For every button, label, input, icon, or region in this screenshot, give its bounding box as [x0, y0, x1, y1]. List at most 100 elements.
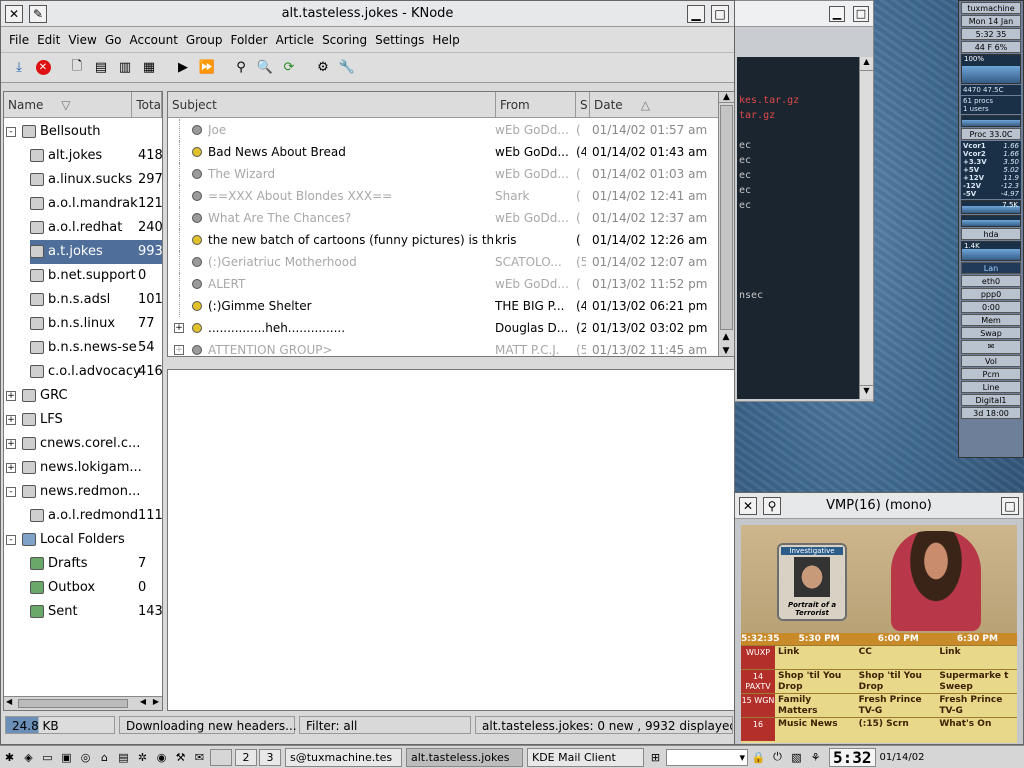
next-unread-icon[interactable]: ⏩ [197, 58, 217, 78]
scroll-right-icon[interactable]: ▶ [153, 697, 159, 706]
menu-article[interactable]: Article [272, 33, 319, 47]
folder-item[interactable]: alt.jokes 418 [4, 144, 162, 168]
scroll-left-icon[interactable]: ◀ [6, 697, 12, 706]
size-column-header[interactable]: S [576, 92, 590, 118]
article-list[interactable]: Subject From S Date △ Joe wEb GoDd... (01/1… [167, 91, 735, 357]
expand-toggle-icon[interactable]: + [6, 463, 16, 473]
maximize-icon[interactable]: □ [711, 5, 729, 23]
folder-item[interactable]: + news.lokigam... [4, 456, 162, 480]
expand-toggle-icon[interactable]: + [6, 391, 16, 401]
maximize-icon[interactable]: □ [1001, 497, 1019, 515]
article-row[interactable]: Joe wEb GoDd... (01/14/02 01:57 am [168, 119, 720, 141]
folder-item[interactable]: a.linux.sucks 297 [4, 168, 162, 192]
folder-tree[interactable]: Name ▽ Tota - Bellsouth alt.jokes 418 a.linu… [3, 91, 163, 711]
network-icon[interactable]: ⊞ [647, 749, 664, 766]
gk-mail-icon[interactable]: ✉ [961, 340, 1021, 354]
folder-item[interactable]: b.net.support 0 [4, 264, 162, 288]
new-article-icon[interactable]: 🗋 [67, 58, 87, 78]
article-row[interactable]: What Are The Chances? wEb GoDd... (01/14/0… [168, 207, 720, 229]
folder-item[interactable]: + cnews.corel.c... [4, 432, 162, 456]
window-list-icon[interactable]: ◈ [20, 749, 37, 766]
folder-item[interactable]: a.t.jokes 9932 [4, 240, 162, 264]
klipper-icon[interactable]: ▧ [788, 749, 805, 766]
menu-file[interactable]: File [5, 33, 33, 47]
preferences-icon[interactable]: ⚙ [313, 58, 333, 78]
total-column-header[interactable]: Tota [132, 92, 162, 117]
close-icon[interactable]: ✕ [739, 497, 757, 515]
expand-toggle-icon[interactable]: - [6, 127, 16, 137]
folder-item[interactable]: a.o.l.mandrak1212 [4, 192, 162, 216]
maximize-icon[interactable]: □ [853, 6, 869, 22]
folder-item[interactable]: - news.redmon... [4, 480, 162, 504]
menu-help[interactable]: Help [428, 33, 463, 47]
gk-line[interactable]: Line [961, 381, 1021, 393]
folder-item[interactable]: b.n.s.linux 77 [4, 312, 162, 336]
thread-expand-icon[interactable]: + [174, 323, 184, 333]
minimize-icon[interactable]: ▁ [829, 6, 845, 22]
menu-view[interactable]: View [64, 33, 100, 47]
thread-expand-icon[interactable]: + [174, 345, 184, 355]
gk-eth[interactable]: eth0 [961, 275, 1021, 287]
article-row[interactable]: ==XXX About Blondes XXX== Shark (01/14/02 … [168, 185, 720, 207]
scroll-thumb[interactable] [18, 699, 128, 708]
quick-launch-combo[interactable]: ▾ [666, 748, 748, 766]
kde-menu-icon[interactable]: ✱ [1, 749, 18, 766]
forward-icon[interactable]: ▦ [139, 58, 159, 78]
article-row[interactable]: Bad News About Bread wEb GoDd... (4 01/14/0… [168, 141, 720, 163]
article-view[interactable] [167, 369, 735, 711]
folder-item[interactable]: - Bellsouth [4, 120, 162, 144]
search-icon[interactable]: 🔍 [255, 58, 275, 78]
expand-toggle-icon[interactable]: + [6, 415, 16, 425]
filter-icon[interactable]: ⚲ [231, 58, 251, 78]
terminal-window[interactable]: ▁ □ kes.tar.gz tar.gz ec ec ec ec ec nsec ▲ ▼ [734, 0, 874, 402]
menu-scoring[interactable]: Scoring [318, 33, 371, 47]
minimize-icon[interactable]: ▁ [687, 5, 705, 23]
menu-settings[interactable]: Settings [371, 33, 428, 47]
terminal-icon[interactable]: ▣ [58, 749, 75, 766]
date-column-header[interactable]: Date △ [590, 92, 720, 118]
editor-icon[interactable]: ▤ [115, 749, 132, 766]
next-article-icon[interactable]: ▶ [173, 58, 193, 78]
desktop-pager-2[interactable]: 2 [235, 748, 257, 766]
scroll-up-icon[interactable]: ▲ [860, 57, 873, 71]
folder-item[interactable]: a.o.l.redmond1110 [4, 504, 162, 528]
terminal-titlebar[interactable]: ▁ □ [735, 1, 873, 27]
clock[interactable]: 5:32 [829, 747, 876, 767]
task-button[interactable]: alt.tasteless.jokes [406, 747, 523, 767]
network-status-icon[interactable]: ⚘ [807, 749, 824, 766]
close-icon[interactable]: ✕ [5, 5, 23, 23]
scroll-up2-icon[interactable]: ▲ [719, 332, 733, 342]
scroll-down-icon[interactable]: ▼ [860, 385, 873, 399]
power-icon[interactable]: ⏻ [769, 749, 786, 766]
menu-edit[interactable]: Edit [33, 33, 64, 47]
expand-toggle-icon[interactable]: - [6, 535, 16, 545]
article-row[interactable]: ALERT wEb GoDd... (01/13/02 11:52 pm [168, 273, 720, 295]
get-new-articles-icon[interactable]: ⤓ [9, 58, 29, 78]
article-row[interactable]: (:)Geriatriuc Motherhood SCATOLO... (5 01/1… [168, 251, 720, 273]
tools-icon[interactable]: 🔧 [337, 58, 357, 78]
folder-item[interactable]: b.n.s.adsl 1015 [4, 288, 162, 312]
kmail-icon[interactable]: ✉ [191, 749, 208, 766]
article-row[interactable]: The Wizard wEb GoDd... (01/14/02 01:03 am [168, 163, 720, 185]
home-icon[interactable]: ⌂ [96, 749, 113, 766]
window-titlebar[interactable]: ✕ ✎ alt.tasteless.jokes - KNode ▁ □ [1, 1, 734, 27]
menu-folder[interactable]: Folder [226, 33, 271, 47]
help-icon[interactable]: ◎ [77, 749, 94, 766]
from-column-header[interactable]: From [496, 92, 576, 118]
menu-account[interactable]: Account [125, 33, 181, 47]
folder-item[interactable]: Outbox 0 [4, 576, 162, 600]
gk-digital[interactable]: Digital1 [961, 394, 1021, 406]
name-column-header[interactable]: Name ▽ [4, 92, 133, 117]
folder-item[interactable]: c.o.l.advocacy4169 [4, 360, 162, 384]
scroll-thumb[interactable] [720, 105, 733, 330]
terminal-scrollbar[interactable]: ▲ ▼ [859, 57, 873, 399]
folder-item[interactable]: b.n.s.news-se 54 [4, 336, 162, 360]
tools-icon[interactable]: ⚒ [172, 749, 189, 766]
article-list-scrollbar[interactable]: ▲ ▲ ▼ [718, 92, 734, 356]
folder-item[interactable]: + GRC [4, 384, 162, 408]
article-row[interactable]: the new batch of cartoons (funny picture… [168, 229, 720, 251]
folder-item[interactable]: Drafts 7 [4, 552, 162, 576]
subject-column-header[interactable]: Subject [168, 92, 496, 118]
folder-item[interactable]: Sent 143 [4, 600, 162, 624]
article-row[interactable]: + ...............heh............... Dougla… [168, 317, 720, 339]
